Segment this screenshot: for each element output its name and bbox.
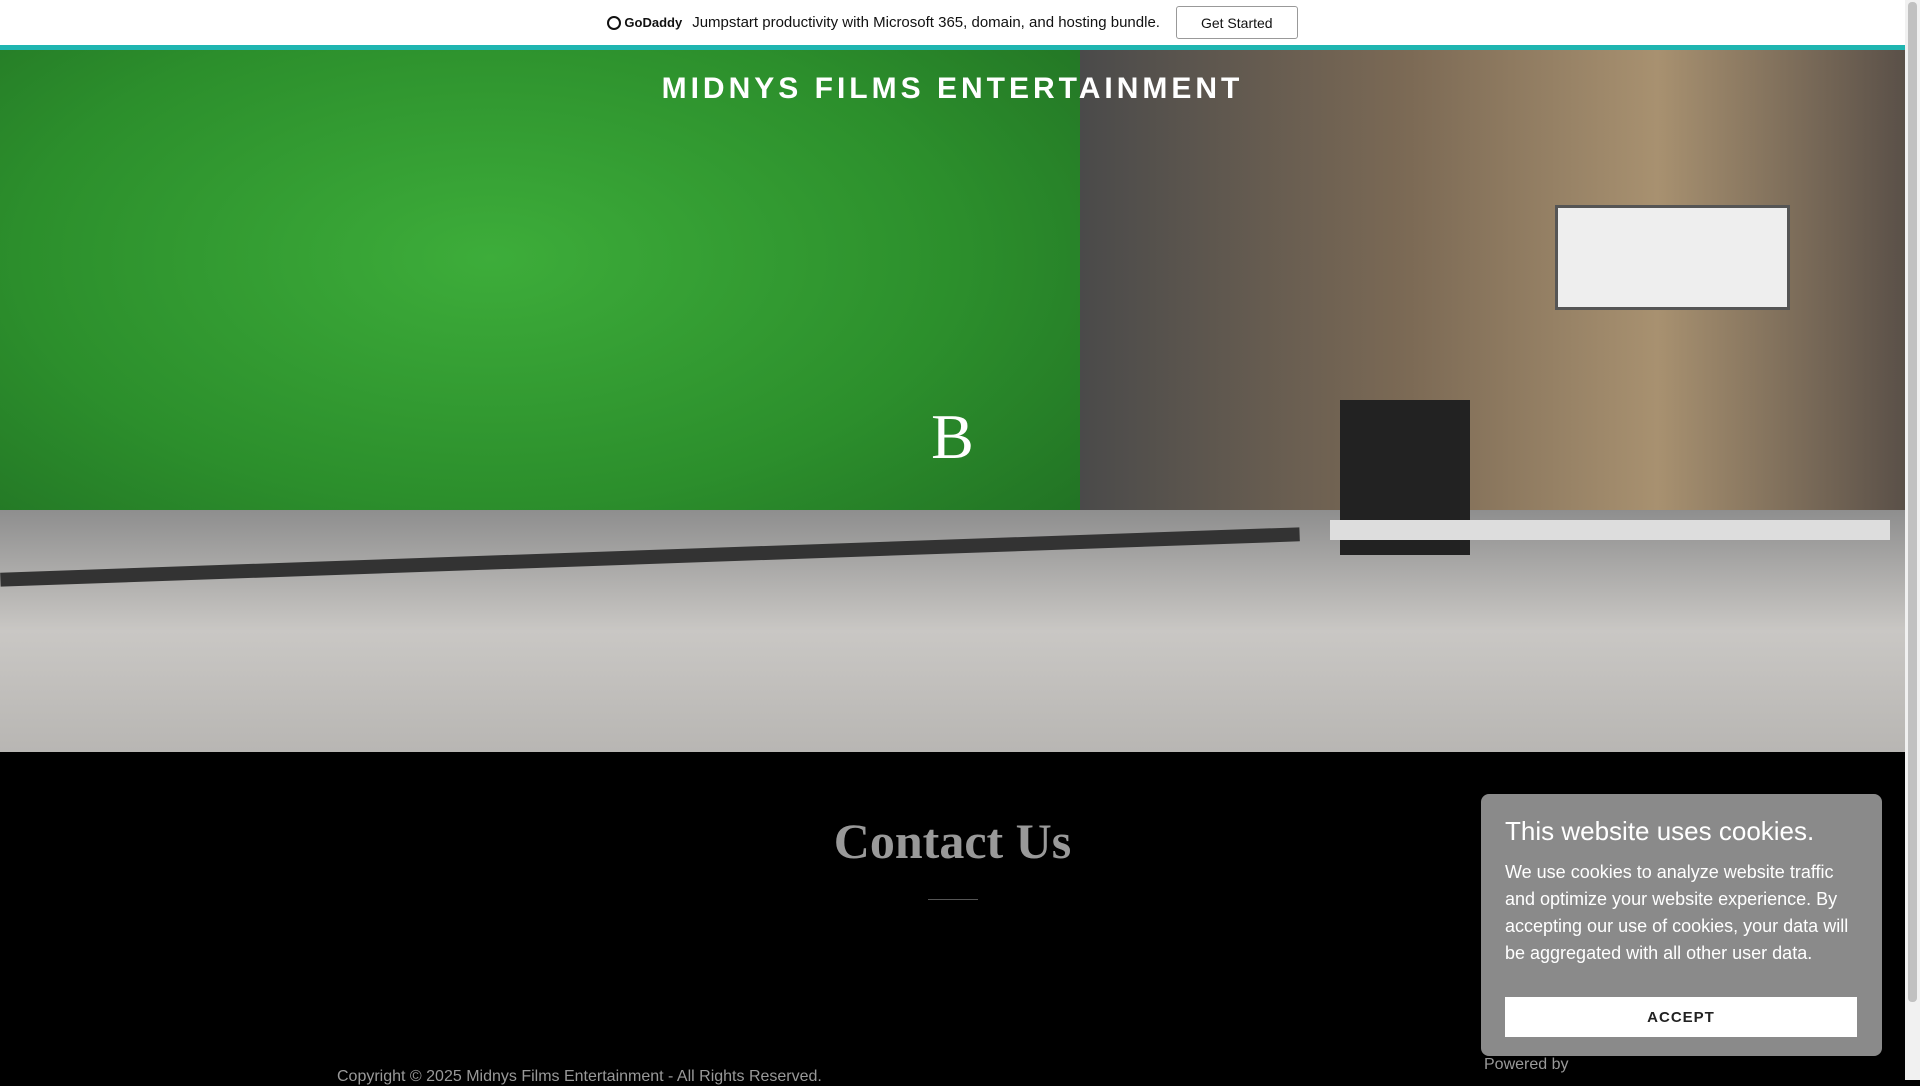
- cookie-body: We use cookies to analyze website traffi…: [1505, 862, 1849, 963]
- copyright: Copyright © 2025 Midnys Films Entertainm…: [337, 1068, 822, 1085]
- promo-banner: GoDaddy Jumpstart productivity with Micr…: [0, 0, 1905, 45]
- site-title[interactable]: MIDNYS FILMS ENTERTAINMENT: [0, 72, 1905, 106]
- hero-image-screen: [1555, 205, 1790, 310]
- divider: [928, 899, 978, 900]
- cookie-title: This website uses cookies.: [1505, 816, 1815, 846]
- cookie-banner: This website uses cookies. We use cookie…: [1481, 794, 1882, 1056]
- hero-logo: B: [931, 401, 974, 472]
- banner-text: Jumpstart productivity with Microsoft 36…: [692, 14, 1160, 31]
- scrollbar-thumb[interactable]: [1908, 2, 1917, 1002]
- hero-image-wall: [1080, 50, 1905, 570]
- hero-section: MIDNYS FILMS ENTERTAINMENT B: [0, 50, 1905, 752]
- godaddy-icon: [607, 15, 622, 30]
- godaddy-logo: GoDaddy: [607, 15, 682, 30]
- get-started-button[interactable]: Get Started: [1175, 6, 1298, 39]
- accept-button[interactable]: ACCEPT: [1505, 997, 1857, 1037]
- godaddy-logo-text: GoDaddy: [624, 15, 683, 30]
- hero-image-desk: [1330, 520, 1890, 540]
- powered-by: Powered by: [1484, 1056, 1569, 1073]
- scrollbar[interactable]: [1905, 0, 1920, 1080]
- hero-image-greenscreen: [0, 50, 1090, 570]
